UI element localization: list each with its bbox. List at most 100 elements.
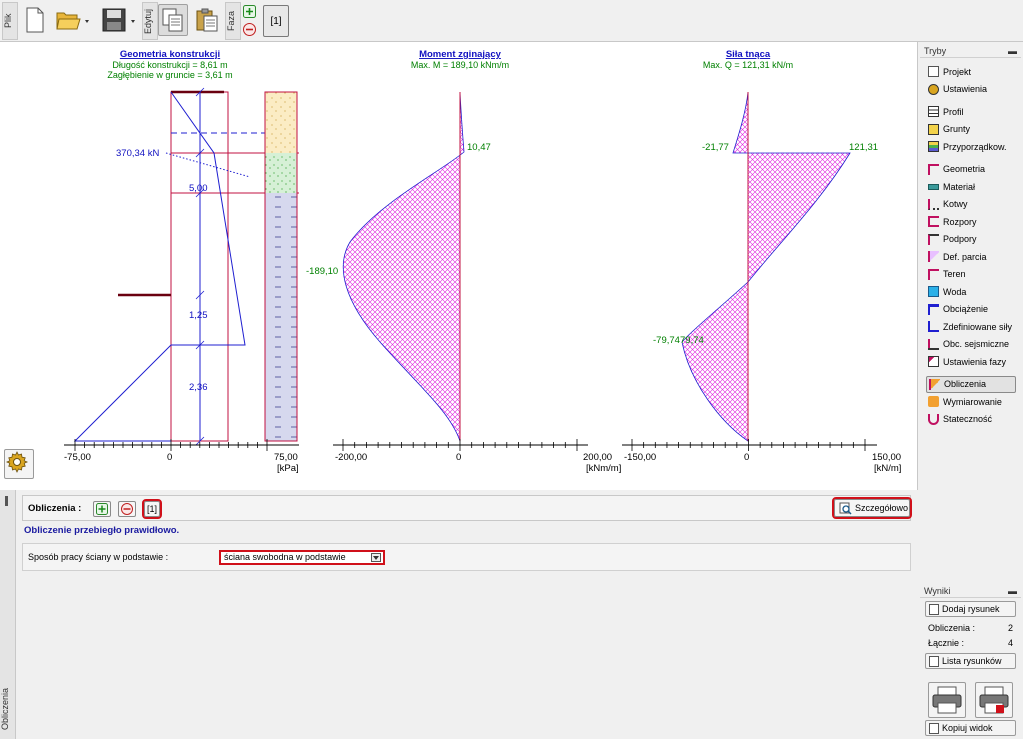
sidebar-item-project[interactable]: Projekt (920, 63, 1021, 81)
moment-tick-zero: 0 (456, 452, 461, 463)
sidebar-item-soils[interactable]: Grunty (920, 121, 1021, 139)
save-disk-icon (102, 8, 135, 32)
phase-settings-icon (928, 356, 939, 368)
geometry-tick-zero: 0 (167, 452, 172, 463)
drawing-area: Geometria konstrukcji Długość konstrukcj… (0, 42, 918, 490)
modes-panel-header: Tryby ▬ (920, 44, 1021, 58)
add-drawing-button[interactable]: Dodaj rysunek (925, 601, 1016, 617)
strut-icon (928, 216, 939, 228)
analysis-side-tab[interactable]: Obliczenia (0, 680, 16, 738)
load-icon (928, 303, 939, 315)
drawing-settings-button[interactable] (4, 449, 34, 479)
wall-base-select[interactable]: ściana swobodna w podstawie (219, 550, 385, 565)
anchor-line (165, 152, 251, 178)
edit-tab[interactable]: Edytuj (142, 2, 158, 40)
phase-tab[interactable]: Faza (225, 2, 241, 40)
modes-panel: Tryby ▬ Projekt Ustawienia Profil Grunty… (920, 44, 1021, 584)
sidebar-item-assign[interactable]: Przyporządkow. (920, 138, 1021, 156)
add-phase-button[interactable] (243, 5, 256, 18)
moment-tick-right: 200,00 (583, 452, 612, 463)
add-analysis-button[interactable] (93, 501, 111, 517)
analysis-toolbar: Obliczenia : [1] Szczegółowo (22, 495, 912, 521)
results-calc-count: Obliczenia :2 (928, 622, 1013, 633)
sidebar-item-seismic[interactable]: Obc. sejsmiczne (920, 336, 1021, 354)
project-icon (928, 66, 939, 78)
sidebar-item-material[interactable]: Materiał (920, 178, 1021, 196)
results-title: Wyniki (924, 585, 951, 596)
save-file-button[interactable] (98, 4, 138, 36)
analysis-panel: Obliczenia : [1] Szczegółowo Obliczenie … (17, 490, 917, 739)
sidebar-item-struts[interactable]: Rozpory (920, 213, 1021, 231)
shear-diagram-upper (732, 91, 749, 154)
shear-unit: [kN/m] (874, 463, 901, 474)
add-drawing-icon (929, 603, 939, 615)
sidebar-item-analysis[interactable]: Obliczenia (926, 375, 1016, 393)
sidebar-item-geometry[interactable]: Geometria (920, 161, 1021, 179)
anchor-force-label: 370,34 kN (116, 148, 159, 159)
collapse-icon[interactable]: ▬ (1008, 46, 1017, 56)
soil-layer-1-pattern (265, 92, 297, 153)
analysis-label: Obliczenia : (28, 503, 82, 514)
list-drawings-button[interactable]: Lista rysunków (925, 653, 1016, 669)
paste-button[interactable] (192, 4, 222, 36)
moment-subtitle: Max. M = 189,10 kNm/m (411, 60, 509, 70)
sidebar-item-water[interactable]: Woda (920, 283, 1021, 301)
shear-tick-left: -150,00 (624, 452, 656, 463)
sidebar-item-settings[interactable]: Ustawienia (920, 81, 1021, 99)
open-folder-icon (56, 12, 89, 30)
shear-axis-ticks (631, 439, 866, 451)
open-file-button[interactable] (52, 4, 92, 36)
results-collapse-icon[interactable]: ▬ (1008, 586, 1017, 596)
shear-label-low: -79,74 (653, 335, 680, 346)
panel-handle-icon[interactable] (5, 496, 8, 506)
soils-icon (928, 123, 939, 135)
support-icon (928, 233, 939, 245)
remove-phase-button[interactable] (243, 23, 256, 36)
shear-label-neg: -21,77 (702, 142, 729, 153)
dimension-2: 1,25 (189, 310, 208, 321)
sidebar-item-terrain[interactable]: Teren (920, 266, 1021, 284)
gear-icon (5, 451, 29, 473)
geometry-title: Geometria konstrukcji (120, 49, 220, 60)
sidebar-item-design[interactable]: Wymiarowanie (920, 393, 1021, 411)
copy-documents-icon (162, 8, 183, 32)
shear-subtitle: Max. Q = 121,31 kN/m (703, 60, 793, 70)
stability-icon (928, 413, 939, 425)
file-tab[interactable]: Plik (2, 2, 18, 40)
moment-label-top: 10,47 (467, 142, 491, 153)
design-icon (928, 396, 939, 408)
profile-icon (928, 106, 939, 118)
printer-icon (932, 686, 962, 714)
moment-axis-ticks (342, 439, 578, 451)
moment-tick-left: -200,00 (335, 452, 367, 463)
chevron-down-icon[interactable] (371, 553, 381, 562)
results-panel: Wyniki ▬ Dodaj rysunek Obliczenia :2 Łąc… (920, 584, 1021, 739)
sidebar-item-anchors[interactable]: Kotwy (920, 196, 1021, 214)
wall-base-option-label: Sposób pracy ściany w podstawie : (28, 552, 169, 562)
phase-selector[interactable]: [1] (263, 5, 289, 37)
analysis-index-button[interactable]: [1] (142, 499, 162, 519)
moment-label-min: -189,10 (306, 266, 338, 277)
details-button[interactable]: Szczegółowo (832, 497, 912, 519)
soil-layer-2-pattern (265, 153, 297, 193)
remove-analysis-button[interactable] (118, 501, 136, 517)
list-drawings-icon (929, 655, 939, 667)
new-file-button[interactable] (20, 4, 50, 36)
sidebar-item-stability[interactable]: Stateczność (920, 411, 1021, 429)
printer-pdf-icon (979, 686, 1009, 714)
sidebar-item-load[interactable]: Obciążenie (920, 301, 1021, 319)
sidebar-item-phase-settings[interactable]: Ustawienia fazy (920, 353, 1021, 371)
sidebar-item-supports[interactable]: Podpory (920, 231, 1021, 249)
geometry-icon (928, 163, 939, 175)
print-button[interactable] (928, 682, 966, 718)
print-export-button[interactable] (975, 682, 1013, 718)
sidebar-item-profile[interactable]: Profil (920, 103, 1021, 121)
material-icon (928, 183, 939, 190)
sidebar-item-defined-forces[interactable]: Zdefiniowane siły (920, 318, 1021, 336)
copy-view-button[interactable]: Kopiuj widok (925, 720, 1016, 736)
bottom-side-tab: Obliczenia (0, 490, 16, 739)
results-total-count: Łącznie :4 (928, 637, 1013, 648)
copy-button[interactable] (158, 4, 188, 36)
sidebar-item-pressure-def[interactable]: Def. parcia (920, 248, 1021, 266)
minus-icon (121, 503, 133, 515)
